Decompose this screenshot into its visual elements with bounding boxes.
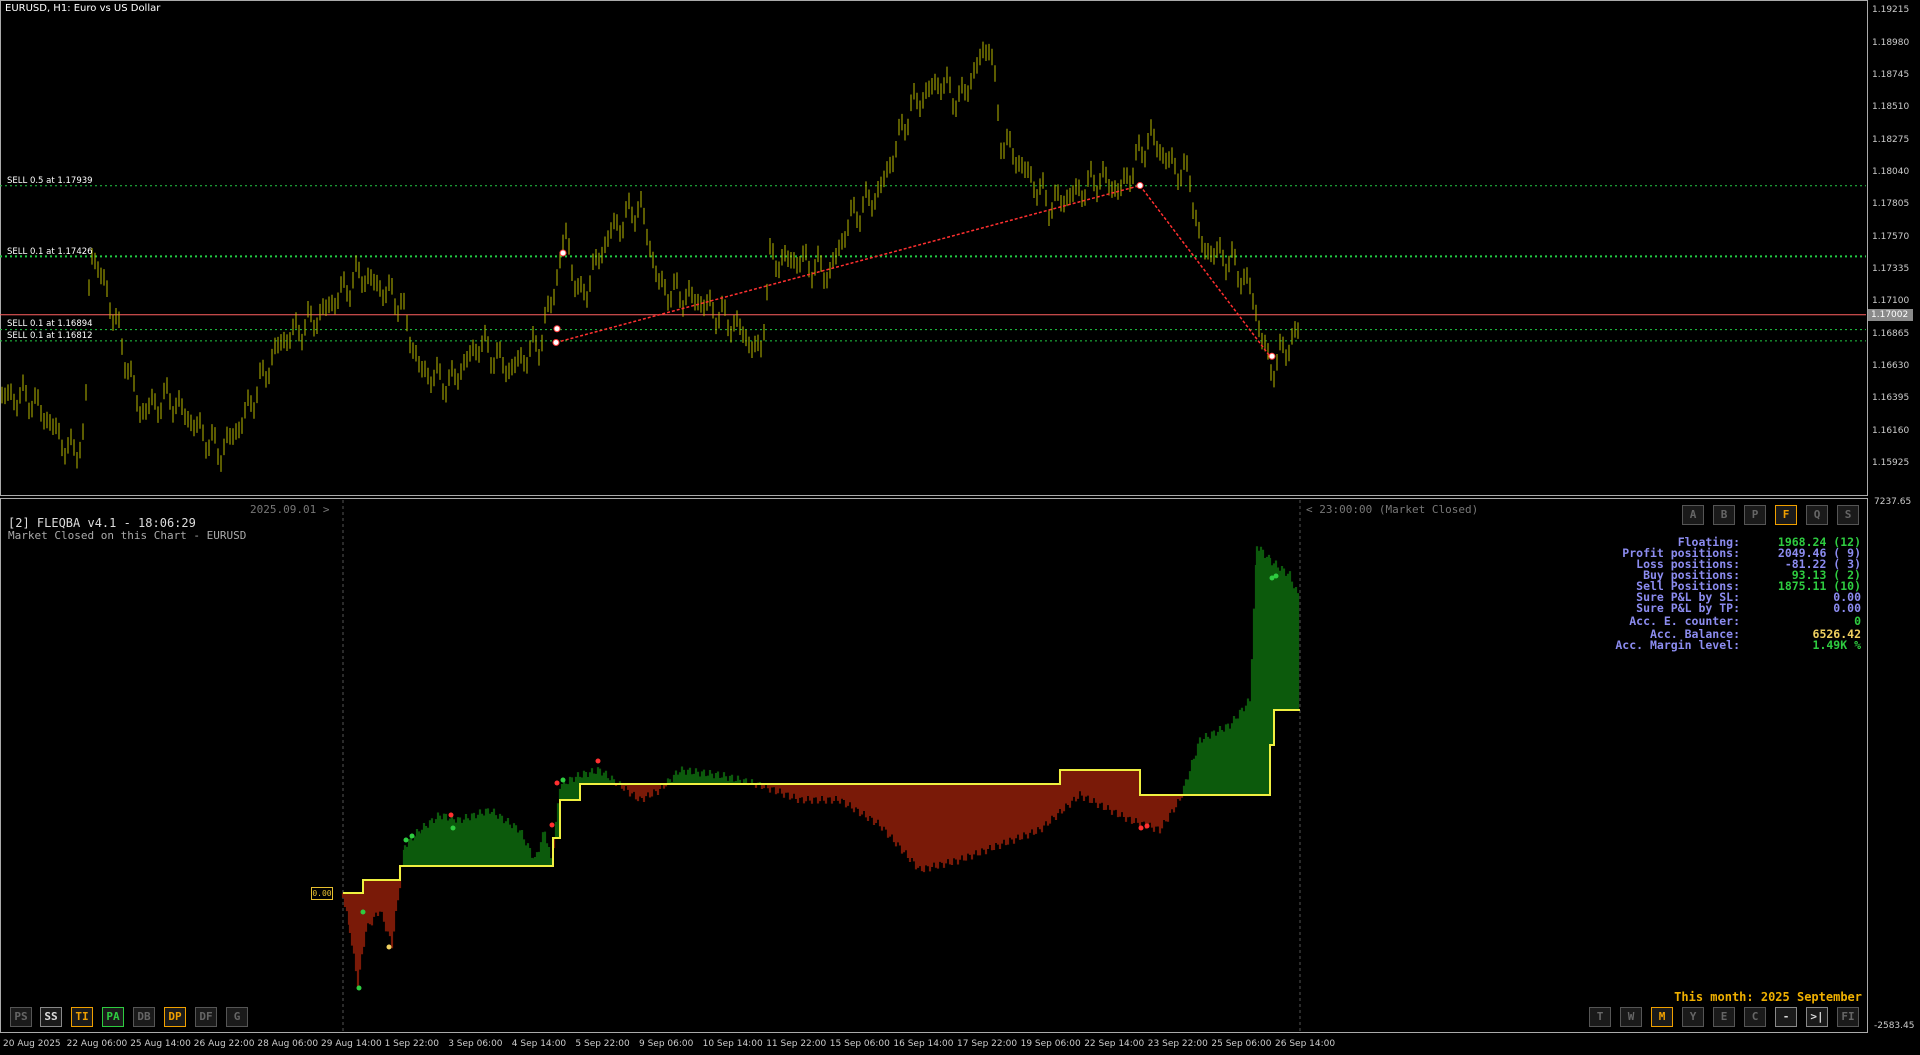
period-button-t[interactable]: T (1589, 1007, 1611, 1027)
time-axis-tick: 9 Sep 06:00 (639, 1039, 694, 1049)
this-month-label: This month: 2025 September (1674, 990, 1862, 1004)
indicator-axis-max: 7237.65 (1874, 497, 1912, 507)
price-axis-tick: 1.16395 (1872, 393, 1910, 403)
stat-label: Sure P&L by TP: (1636, 601, 1740, 615)
end-date-marker[interactable]: < 23:00:00 (Market Closed) (1306, 503, 1478, 516)
period-button-end[interactable]: >| (1806, 1007, 1828, 1027)
toggle-button-ss[interactable]: SS (40, 1007, 62, 1027)
indicator-status: Market Closed on this Chart - EURUSD (8, 529, 247, 542)
time-axis-tick: 29 Aug 14:00 (321, 1039, 382, 1049)
toggle-button-dp[interactable]: DP (164, 1007, 186, 1027)
panel-button-f[interactable]: F (1775, 505, 1797, 525)
time-axis-tick: 22 Sep 14:00 (1084, 1039, 1145, 1049)
period-button-fi[interactable]: FI (1837, 1007, 1859, 1027)
price-axis-tick: 1.18745 (1872, 70, 1910, 80)
stat-label: Acc. E. counter: (1629, 614, 1740, 628)
time-axis-tick: 20 Aug 2025 (3, 1039, 61, 1049)
time-axis-tick: 4 Sep 14:00 (511, 1039, 567, 1049)
time-axis-tick: 16 Sep 14:00 (893, 1039, 954, 1049)
period-button-minus[interactable]: - (1775, 1007, 1797, 1027)
price-axis-tick: 1.17335 (1872, 264, 1910, 274)
current-price-tag: 1.17002 (1868, 309, 1913, 321)
deal-dot (386, 944, 392, 950)
panel-button-b[interactable]: B (1713, 505, 1735, 525)
panel-button-q[interactable]: Q (1806, 505, 1828, 525)
deal-dot (554, 780, 560, 786)
start-date-marker[interactable]: 2025.09.01 > (250, 503, 329, 516)
deal-dot (595, 758, 601, 764)
indicator-chart-svg (341, 500, 1301, 1032)
panel-button-a[interactable]: A (1682, 505, 1704, 525)
zero-balance-label: 0.00 (311, 887, 333, 900)
deal-dot (448, 812, 454, 818)
panel-button-s[interactable]: S (1837, 505, 1859, 525)
indicator-title: [2] FLEQBA v4.1 - 18:06:29 (8, 516, 196, 530)
deal-dot (549, 822, 555, 828)
deal-dot (409, 833, 415, 839)
price-axis-tick: 1.19215 (1872, 5, 1910, 15)
time-axis-tick: 25 Sep 06:00 (1211, 1039, 1272, 1049)
time-axis-tick: 19 Sep 06:00 (1020, 1039, 1081, 1049)
stat-value: 0.00 (1833, 601, 1861, 615)
time-axis-tick: 17 Sep 22:00 (957, 1039, 1018, 1049)
price-axis-tick: 1.18275 (1872, 135, 1910, 145)
price-axis-tick: 1.17100 (1872, 296, 1910, 306)
price-axis-tick: 1.18980 (1872, 38, 1910, 48)
time-axis-tick: 26 Aug 22:00 (193, 1039, 255, 1049)
price-axis-tick: 1.16160 (1872, 426, 1910, 436)
period-button-e[interactable]: E (1713, 1007, 1735, 1027)
price-axis-tick: 1.17805 (1872, 199, 1910, 209)
toggle-button-ps[interactable]: PS (10, 1007, 32, 1027)
deal-dot (356, 985, 362, 991)
deal-dot (1138, 825, 1144, 831)
deal-dot (403, 837, 409, 843)
time-axis-tick: 26 Sep 14:00 (1275, 1039, 1336, 1049)
time-axis-tick: 25 Aug 14:00 (130, 1039, 191, 1049)
time-axis-tick: 10 Sep 14:00 (702, 1039, 763, 1049)
deal-dot (1144, 823, 1150, 829)
time-axis-tick: 23 Sep 22:00 (1147, 1039, 1208, 1049)
panel-button-p[interactable]: P (1744, 505, 1766, 525)
time-axis-tick: 1 Sep 22:00 (384, 1039, 439, 1049)
time-axis-tick: 22 Aug 06:00 (66, 1039, 128, 1049)
period-button-y[interactable]: Y (1682, 1007, 1704, 1027)
deal-dot (360, 909, 366, 915)
price-axis-tick: 1.16865 (1872, 329, 1910, 339)
price-axis-tick: 1.18040 (1872, 167, 1910, 177)
price-axis-tick: 1.17570 (1872, 232, 1910, 242)
toggle-button-df[interactable]: DF (195, 1007, 217, 1027)
stat-value: 0 (1854, 614, 1861, 628)
toggle-button-g[interactable]: G (226, 1007, 248, 1027)
toggle-button-ti[interactable]: TI (71, 1007, 93, 1027)
time-axis-tick: 28 Aug 06:00 (257, 1039, 319, 1049)
toggle-button-pa[interactable]: PA (102, 1007, 124, 1027)
toggle-button-db[interactable]: DB (133, 1007, 155, 1027)
deal-dot (1273, 573, 1279, 579)
stat-label: Acc. Margin level: (1615, 638, 1740, 652)
price-axis-tick: 1.16630 (1872, 361, 1910, 371)
time-axis-tick: 3 Sep 06:00 (448, 1039, 503, 1049)
period-button-m[interactable]: M (1651, 1007, 1673, 1027)
deal-dot (560, 777, 566, 783)
deal-dot (450, 825, 456, 831)
stat-value: 1.49K % (1812, 638, 1861, 652)
period-button-c[interactable]: C (1744, 1007, 1766, 1027)
equity-loss-area (341, 770, 1184, 989)
period-button-w[interactable]: W (1620, 1007, 1642, 1027)
price-axis-tick: 1.15925 (1872, 458, 1910, 468)
time-axis-tick: 11 Sep 22:00 (766, 1039, 827, 1049)
indicator-axis-min: -2583.45 (1874, 1021, 1915, 1031)
time-axis-tick: 5 Sep 22:00 (575, 1039, 630, 1049)
price-axis-tick: 1.18510 (1872, 102, 1910, 112)
time-axis-tick: 15 Sep 06:00 (829, 1039, 890, 1049)
